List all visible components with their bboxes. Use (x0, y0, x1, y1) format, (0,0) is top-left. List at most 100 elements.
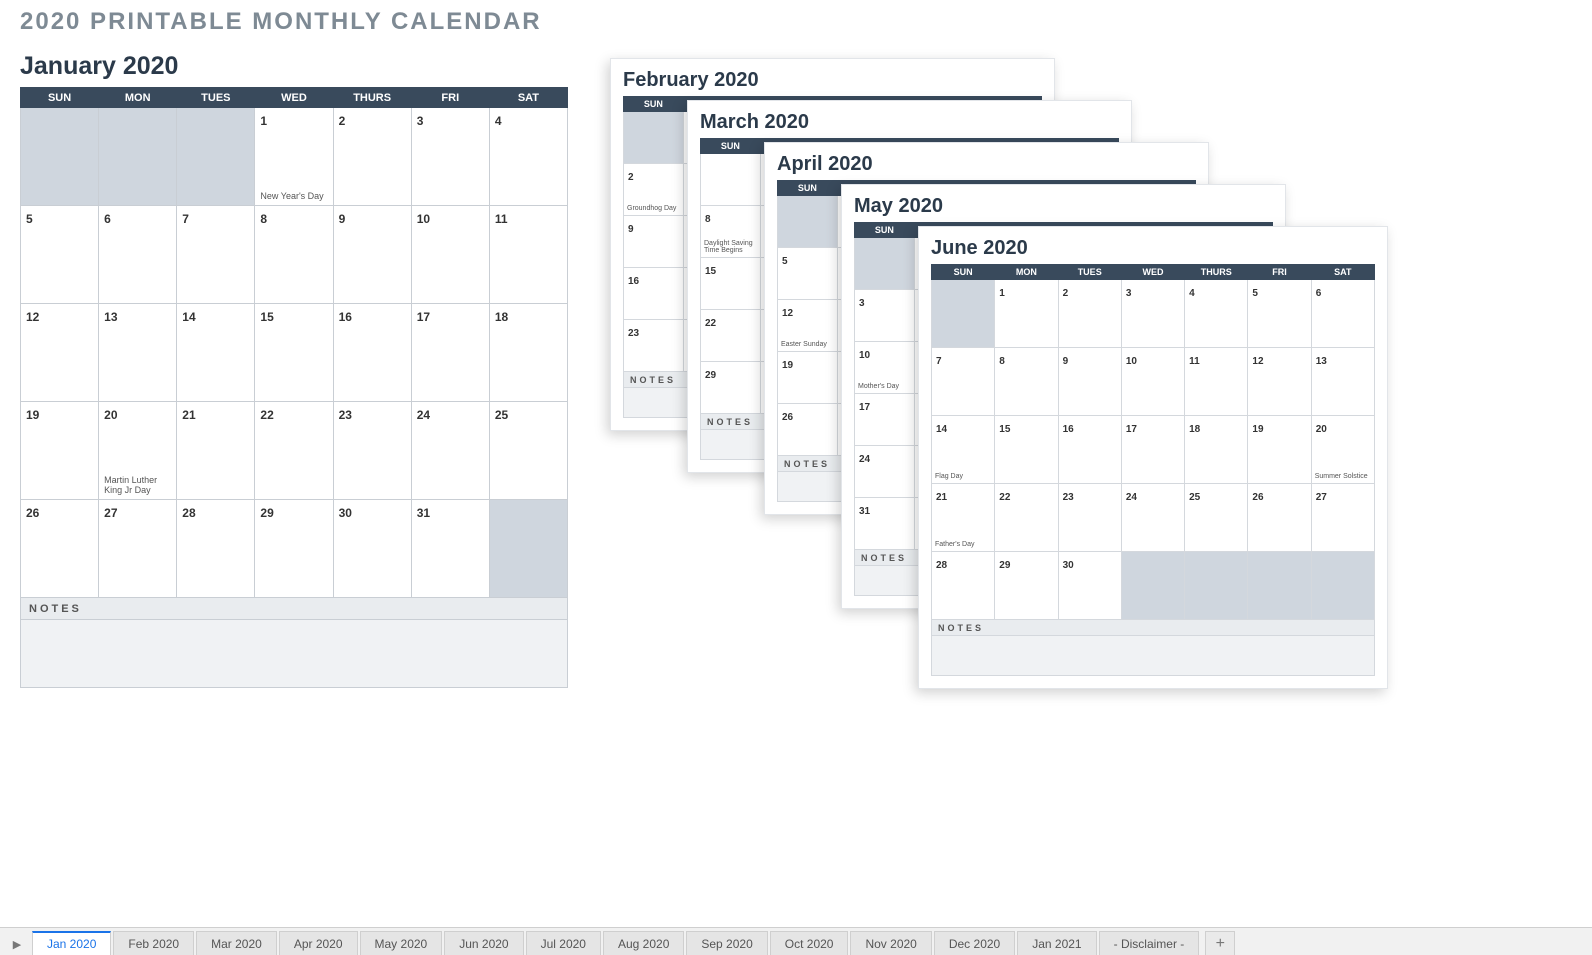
calendar-cell[interactable]: 20Martin Luther King Jr Day (99, 402, 177, 500)
notes-area[interactable] (21, 620, 568, 688)
calendar-cell[interactable]: 29 (255, 500, 333, 598)
calendar-cell[interactable]: 17 (1121, 416, 1184, 484)
calendar-cell[interactable]: 9 (333, 206, 411, 304)
calendar-cell[interactable]: 24 (411, 402, 489, 500)
sheet-tab[interactable]: Jul 2020 (526, 931, 601, 955)
calendar-cell[interactable]: 14Flag Day (932, 416, 995, 484)
calendar-cell[interactable]: 19 (21, 402, 99, 500)
calendar-cell[interactable]: 20Summer Solstice (1311, 416, 1374, 484)
tab-scroll-icon[interactable]: ▶ (6, 933, 28, 955)
sheet-tab[interactable]: - Disclaimer - (1099, 931, 1200, 955)
notes-area[interactable] (932, 636, 1375, 676)
calendar-cell[interactable]: 24 (855, 446, 915, 498)
calendar-cell[interactable]: 15 (255, 304, 333, 402)
calendar-cell[interactable]: 5 (21, 206, 99, 304)
calendar-cell[interactable]: 31 (411, 500, 489, 598)
calendar-cell[interactable]: 29 (701, 362, 761, 414)
calendar-cell[interactable]: 13 (99, 304, 177, 402)
calendar-cell[interactable]: 11 (1185, 348, 1248, 416)
calendar-cell[interactable] (1185, 552, 1248, 620)
calendar-cell[interactable] (489, 500, 567, 598)
calendar-cell[interactable]: 15 (995, 416, 1058, 484)
calendar-cell[interactable] (1121, 552, 1184, 620)
calendar-cell[interactable]: 22 (255, 402, 333, 500)
calendar-cell[interactable] (99, 108, 177, 206)
calendar-cell[interactable]: 6 (1311, 280, 1374, 348)
calendar-cell[interactable]: 28 (177, 500, 255, 598)
calendar-cell[interactable]: 26 (778, 404, 838, 456)
calendar-cell[interactable] (21, 108, 99, 206)
sheet-tab[interactable]: Nov 2020 (850, 931, 931, 955)
calendar-cell[interactable] (1311, 552, 1374, 620)
calendar-cell[interactable]: 8 (995, 348, 1058, 416)
calendar-cell[interactable]: 9 (1058, 348, 1121, 416)
calendar-cell[interactable]: 12Easter Sunday (778, 300, 838, 352)
calendar-cell[interactable]: 1New Year's Day (255, 108, 333, 206)
calendar-cell[interactable]: 1 (995, 280, 1058, 348)
calendar-cell[interactable]: 17 (411, 304, 489, 402)
calendar-cell[interactable]: 2Groundhog Day (624, 164, 684, 216)
calendar-cell[interactable]: 26 (1248, 484, 1311, 552)
calendar-cell[interactable]: 16 (624, 268, 684, 320)
calendar-cell[interactable]: 10 (411, 206, 489, 304)
calendar-cell[interactable]: 24 (1121, 484, 1184, 552)
calendar-cell[interactable]: 3 (411, 108, 489, 206)
calendar-cell[interactable]: 23 (333, 402, 411, 500)
calendar-cell[interactable]: 28 (932, 552, 995, 620)
calendar-cell[interactable] (855, 238, 915, 290)
calendar-cell[interactable] (624, 112, 684, 164)
calendar-cell[interactable]: 7 (177, 206, 255, 304)
sheet-tab[interactable]: Aug 2020 (603, 931, 684, 955)
calendar-cell[interactable]: 5 (1248, 280, 1311, 348)
calendar-cell[interactable]: 23 (624, 320, 684, 372)
calendar-cell[interactable] (177, 108, 255, 206)
calendar-cell[interactable]: 4 (1185, 280, 1248, 348)
calendar-cell[interactable]: 10Mother's Day (855, 342, 915, 394)
calendar-cell[interactable]: 30 (1058, 552, 1121, 620)
calendar-cell[interactable]: 12 (21, 304, 99, 402)
sheet-tab[interactable]: Feb 2020 (113, 931, 194, 955)
calendar-cell[interactable]: 21 (177, 402, 255, 500)
sheet-tab[interactable]: May 2020 (360, 931, 443, 955)
calendar-cell[interactable]: 27 (99, 500, 177, 598)
calendar-cell[interactable] (778, 196, 838, 248)
sheet-tab[interactable]: Jun 2020 (444, 931, 523, 955)
calendar-cell[interactable]: 16 (333, 304, 411, 402)
calendar-cell[interactable]: 3 (1121, 280, 1184, 348)
sheet-tab[interactable]: Oct 2020 (770, 931, 849, 955)
calendar-cell[interactable]: 15 (701, 258, 761, 310)
calendar-cell[interactable]: 21Father's Day (932, 484, 995, 552)
calendar-cell[interactable] (701, 154, 761, 206)
calendar-cell[interactable]: 16 (1058, 416, 1121, 484)
calendar-cell[interactable]: 26 (21, 500, 99, 598)
sheet-tab[interactable]: Sep 2020 (686, 931, 767, 955)
calendar-cell[interactable]: 25 (489, 402, 567, 500)
sheet-tab[interactable]: Apr 2020 (279, 931, 358, 955)
calendar-cell[interactable]: 31 (855, 498, 915, 550)
calendar-cell[interactable]: 2 (333, 108, 411, 206)
sheet-tab[interactable]: Jan 2020 (32, 931, 111, 955)
calendar-cell[interactable]: 9 (624, 216, 684, 268)
calendar-cell[interactable]: 13 (1311, 348, 1374, 416)
calendar-cell[interactable]: 27 (1311, 484, 1374, 552)
calendar-cell[interactable] (932, 280, 995, 348)
sheet-tab[interactable]: Dec 2020 (934, 931, 1015, 955)
calendar-cell[interactable]: 8Daylight Saving Time Begins (701, 206, 761, 258)
calendar-cell[interactable]: 23 (1058, 484, 1121, 552)
calendar-cell[interactable]: 4 (489, 108, 567, 206)
add-sheet-button[interactable]: + (1205, 931, 1235, 955)
calendar-cell[interactable]: 25 (1185, 484, 1248, 552)
calendar-cell[interactable]: 29 (995, 552, 1058, 620)
calendar-cell[interactable]: 19 (778, 352, 838, 404)
calendar-cell[interactable]: 2 (1058, 280, 1121, 348)
calendar-cell[interactable]: 8 (255, 206, 333, 304)
sheet-tab[interactable]: Jan 2021 (1017, 931, 1096, 955)
calendar-cell[interactable]: 30 (333, 500, 411, 598)
calendar-cell[interactable]: 12 (1248, 348, 1311, 416)
calendar-cell[interactable]: 17 (855, 394, 915, 446)
sheet-tab[interactable]: Mar 2020 (196, 931, 277, 955)
calendar-cell[interactable]: 10 (1121, 348, 1184, 416)
calendar-cell[interactable] (1248, 552, 1311, 620)
calendar-cell[interactable]: 3 (855, 290, 915, 342)
calendar-cell[interactable]: 5 (778, 248, 838, 300)
